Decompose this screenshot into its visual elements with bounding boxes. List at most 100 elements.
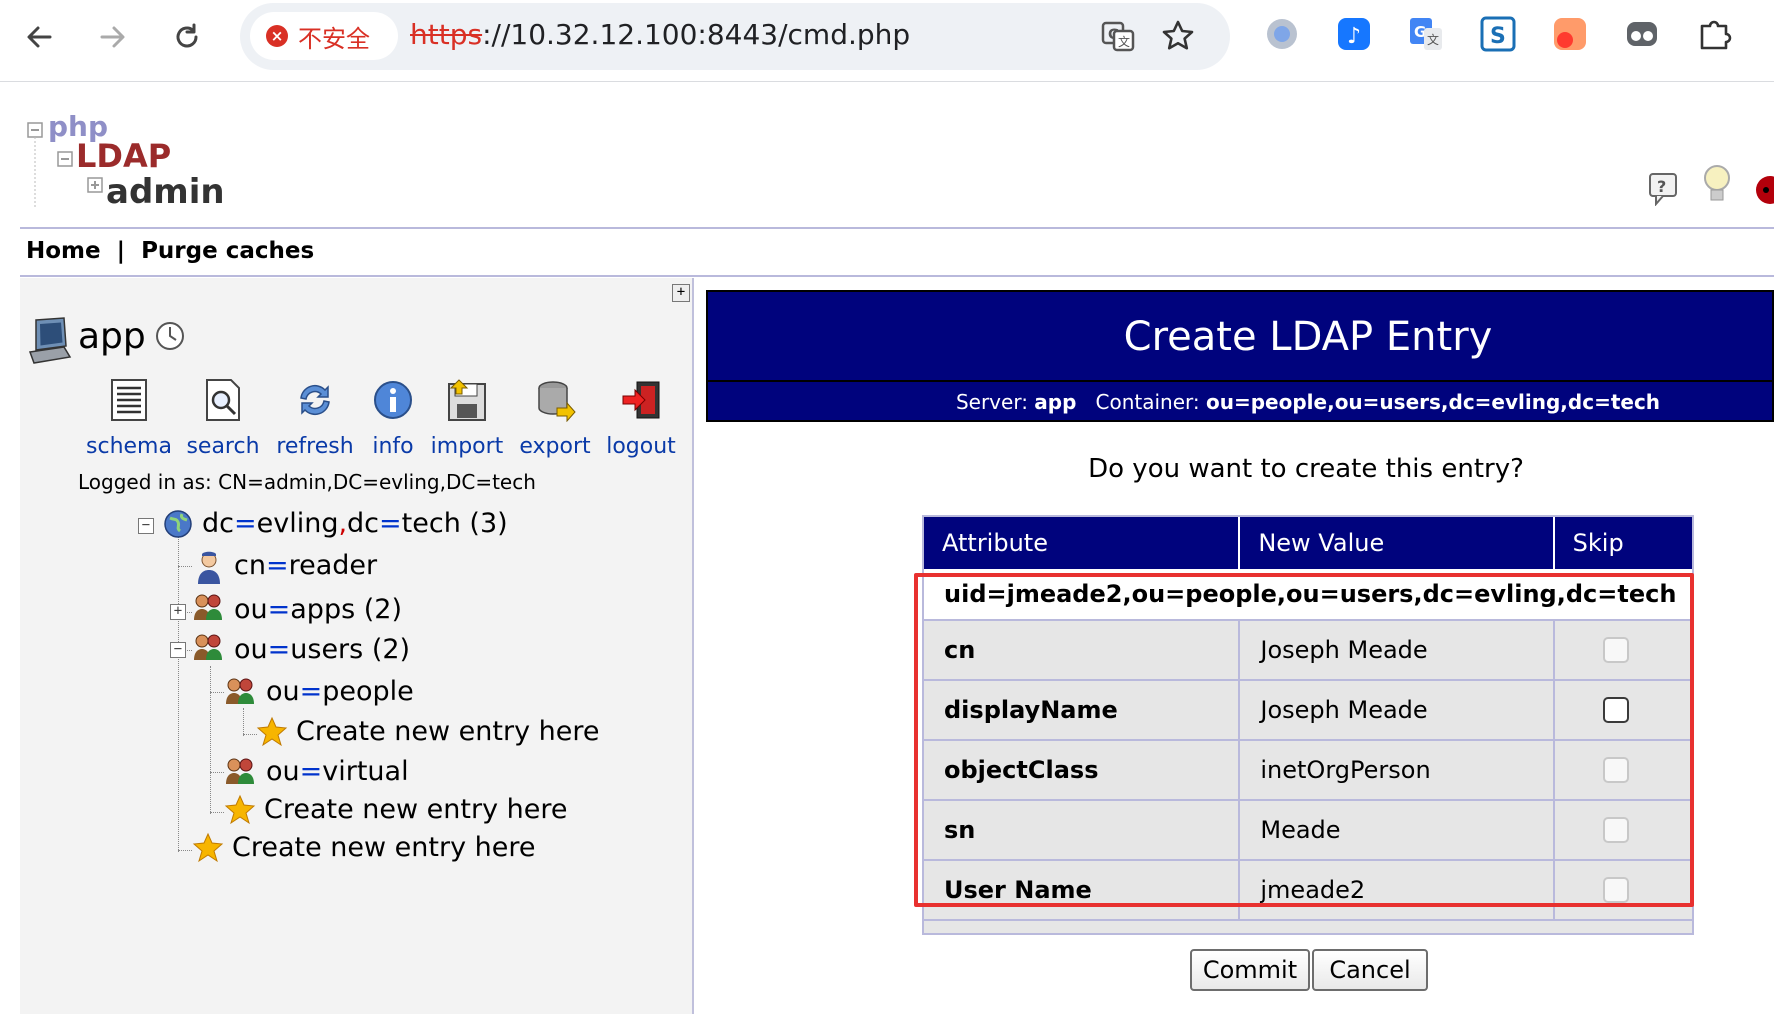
translate-icon[interactable]: G文 bbox=[1100, 18, 1136, 54]
svg-text:?: ? bbox=[1657, 177, 1666, 196]
refresh-tool[interactable]: refresh bbox=[272, 378, 358, 459]
extension-mask-icon[interactable] bbox=[1624, 16, 1660, 52]
group-icon bbox=[226, 758, 254, 784]
refresh-label: refresh bbox=[276, 434, 354, 459]
import-label: import bbox=[430, 434, 504, 459]
tree-line bbox=[243, 734, 257, 735]
collapse-panel-button[interactable]: + bbox=[672, 284, 690, 302]
clock-icon[interactable] bbox=[154, 320, 186, 356]
commit-button[interactable]: Commit bbox=[1190, 949, 1310, 991]
header-divider bbox=[20, 227, 1774, 229]
svg-text:♪: ♪ bbox=[1347, 24, 1361, 49]
collapse-users-toggle[interactable]: − bbox=[170, 642, 186, 658]
export-tool[interactable]: export bbox=[512, 378, 598, 459]
extension-s-icon[interactable]: S bbox=[1480, 16, 1516, 52]
create-entry-people-link[interactable]: Create new entry here bbox=[296, 716, 600, 747]
highlight-annotation bbox=[914, 573, 1694, 907]
phpldapadmin-logo: php LDAP admin bbox=[27, 110, 225, 212]
schema-icon bbox=[111, 379, 147, 421]
server-icon bbox=[26, 314, 72, 370]
top-menu: Home | Purge caches bbox=[26, 238, 322, 264]
tree-node-reader[interactable]: cn=reader bbox=[234, 550, 377, 581]
address-bar[interactable]: × 不安全 https://10.32.12.100:8443/cmd.php … bbox=[240, 3, 1230, 70]
logout-label: logout bbox=[606, 434, 676, 459]
extension-orange-icon[interactable] bbox=[1552, 16, 1588, 52]
schema-label: schema bbox=[86, 434, 172, 459]
back-button[interactable] bbox=[16, 14, 62, 60]
tree-node-virtual[interactable]: ou=virtual bbox=[266, 756, 409, 787]
server-name[interactable]: app bbox=[78, 316, 146, 357]
svg-text:admin: admin bbox=[106, 172, 225, 212]
tree-node-root[interactable]: dc=evling,dc=tech (3) bbox=[202, 508, 508, 539]
title-bar: Create LDAP Entry Server: app Container:… bbox=[706, 290, 1774, 422]
group-icon bbox=[194, 634, 222, 660]
help-icon[interactable]: ? bbox=[1648, 172, 1678, 210]
tree-node-people[interactable]: ou=people bbox=[266, 676, 414, 707]
search-label: search bbox=[186, 434, 260, 459]
user-icon bbox=[198, 551, 220, 584]
header-skip: Skip bbox=[1572, 529, 1624, 557]
extensions-puzzle-icon[interactable] bbox=[1696, 16, 1732, 52]
star-icon bbox=[224, 794, 256, 825]
group-icon bbox=[226, 678, 254, 704]
star-icon bbox=[256, 716, 288, 747]
subtitle: Server: app Container: ou=people,ou=user… bbox=[708, 390, 1774, 414]
tree-node-apps[interactable]: ou=apps (2) bbox=[234, 594, 402, 625]
cancel-button[interactable]: Cancel bbox=[1312, 949, 1428, 991]
logged-in-as: Logged in as: CN=admin,DC=evling,DC=tech bbox=[78, 470, 536, 494]
panel-splitter[interactable] bbox=[692, 278, 694, 1014]
svg-text:LDAP: LDAP bbox=[76, 137, 171, 175]
server-label: Server: bbox=[955, 390, 1028, 414]
page-title: Create LDAP Entry bbox=[1123, 314, 1493, 360]
forward-arrow-icon bbox=[100, 26, 125, 48]
schema-tool[interactable]: schema bbox=[86, 378, 172, 459]
reload-button[interactable] bbox=[164, 14, 210, 60]
title-divider bbox=[708, 380, 1772, 382]
security-chip[interactable]: × 不安全 bbox=[250, 12, 398, 60]
bookmark-star-icon[interactable] bbox=[1160, 18, 1196, 54]
browser-toolbar: × 不安全 https://10.32.12.100:8443/cmd.php … bbox=[0, 0, 1774, 82]
url-text[interactable]: https://10.32.12.100:8443/cmd.php bbox=[410, 18, 910, 51]
tree-node-users[interactable]: ou=users (2) bbox=[234, 634, 410, 665]
logout-tool[interactable]: logout bbox=[598, 378, 684, 459]
bug-icon[interactable] bbox=[1750, 168, 1774, 212]
star-icon bbox=[192, 832, 224, 863]
collapse-root-toggle[interactable]: − bbox=[138, 518, 154, 534]
forward-button[interactable] bbox=[90, 14, 136, 60]
tree-line bbox=[178, 566, 192, 567]
extension-music-icon[interactable]: ♪ bbox=[1336, 16, 1372, 52]
purge-caches-link[interactable]: Purge caches bbox=[141, 238, 314, 264]
header-new-value: New Value bbox=[1240, 517, 1555, 569]
home-link[interactable]: Home bbox=[26, 238, 101, 264]
export-icon bbox=[538, 381, 576, 423]
refresh-icon bbox=[300, 384, 330, 416]
import-tool[interactable]: import bbox=[424, 378, 510, 459]
import-icon bbox=[448, 379, 486, 421]
url-rest: ://10.32.12.100:8443/cmd.php bbox=[482, 18, 911, 51]
lightbulb-icon[interactable] bbox=[1702, 164, 1732, 210]
tree-line bbox=[210, 666, 211, 814]
extension-google-translate-icon[interactable]: G文 bbox=[1408, 16, 1444, 52]
url-scheme: https bbox=[410, 18, 483, 51]
search-tool[interactable]: search bbox=[180, 378, 266, 459]
tree-line bbox=[210, 812, 224, 813]
info-icon bbox=[374, 381, 412, 419]
svg-text:文: 文 bbox=[1427, 32, 1439, 47]
table-footer bbox=[924, 921, 1692, 933]
header-attribute: Attribute bbox=[924, 517, 1241, 569]
back-arrow-icon bbox=[27, 26, 52, 48]
extension-circle-icon[interactable] bbox=[1264, 16, 1300, 52]
expand-apps-toggle[interactable]: + bbox=[170, 604, 186, 620]
export-label: export bbox=[519, 434, 591, 459]
tree-line bbox=[243, 708, 244, 736]
confirm-question: Do you want to create this entry? bbox=[1088, 454, 1524, 484]
create-entry-root-link[interactable]: Create new entry here bbox=[232, 832, 536, 863]
tree-line bbox=[210, 772, 224, 773]
search-icon bbox=[206, 379, 240, 421]
container-label: Container: bbox=[1095, 390, 1200, 414]
tree-line bbox=[210, 692, 224, 693]
create-entry-users-link[interactable]: Create new entry here bbox=[264, 794, 568, 825]
logout-icon bbox=[622, 381, 660, 419]
svg-text:文: 文 bbox=[1118, 34, 1130, 49]
security-label: 不安全 bbox=[298, 24, 370, 53]
